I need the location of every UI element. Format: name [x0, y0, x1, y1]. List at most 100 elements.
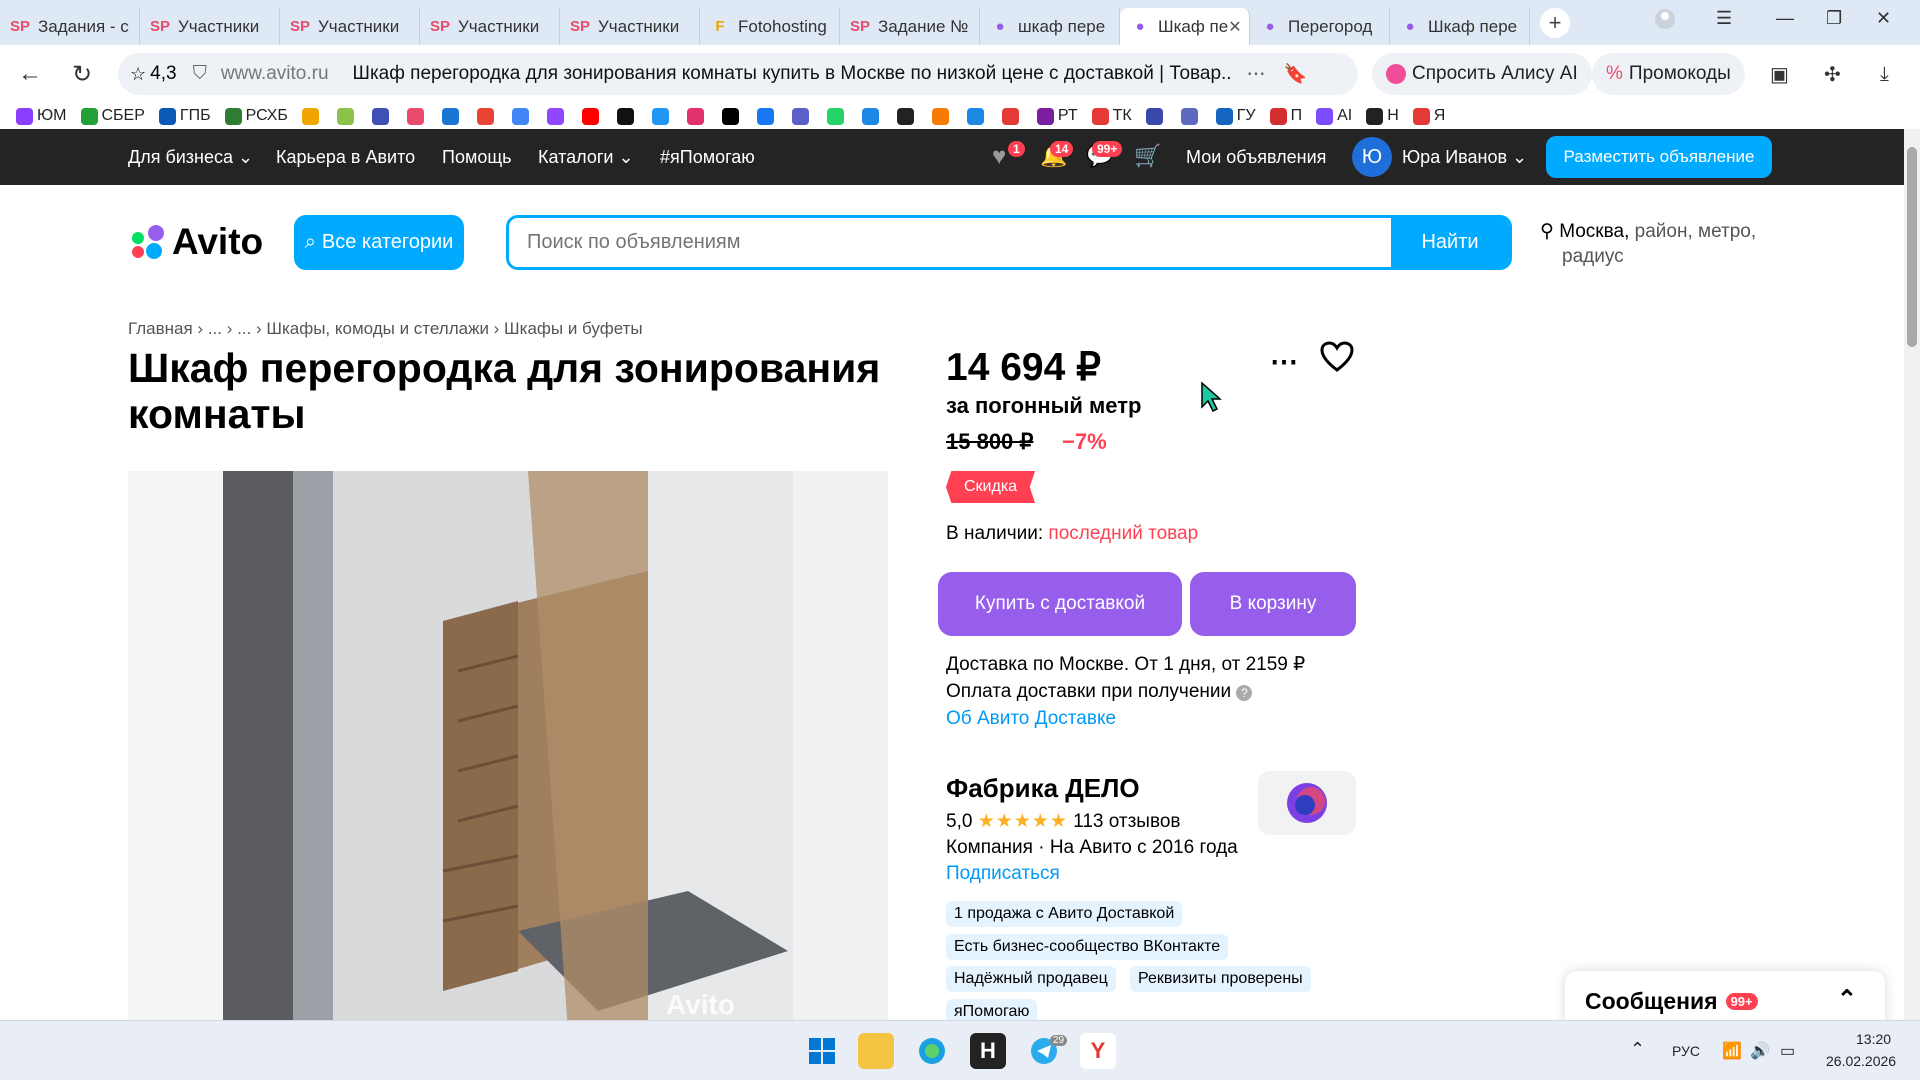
- more-options-icon[interactable]: ⋯: [1270, 345, 1298, 378]
- bookmark-item[interactable]: РСХБ: [224, 107, 288, 125]
- all-categories-button[interactable]: ⌕ Все категории: [294, 215, 464, 270]
- restore-icon[interactable]: ❐: [1826, 8, 1842, 29]
- subscribe-link[interactable]: Подписаться: [946, 863, 1060, 885]
- bookmark-item[interactable]: Я: [1412, 107, 1445, 125]
- help-link[interactable]: Помощь: [442, 147, 512, 168]
- bookmark-item[interactable]: [931, 107, 953, 125]
- location-selector[interactable]: ⚲ Москва, район, метро, радиус: [1540, 219, 1780, 269]
- bookmark-item[interactable]: [686, 107, 708, 125]
- bookmark-item[interactable]: [406, 107, 428, 125]
- bookmark-item[interactable]: [966, 107, 988, 125]
- yandex-browser-icon[interactable]: Y: [1080, 1033, 1116, 1069]
- career-link[interactable]: Карьера в Авито: [276, 147, 415, 168]
- bookmark-item[interactable]: [476, 107, 498, 125]
- bookmark-item[interactable]: ГУ: [1215, 107, 1256, 125]
- bookmark-item[interactable]: [511, 107, 533, 125]
- seller-name[interactable]: Фабрика ДЕЛО: [946, 773, 1140, 804]
- clock-date[interactable]: 26.02.2026: [1826, 1053, 1896, 1069]
- item-photo[interactable]: Avito: [128, 471, 888, 1020]
- image-icon[interactable]: ▣: [1770, 62, 1789, 87]
- more-icon[interactable]: ⋯: [1247, 63, 1266, 86]
- add-to-cart-button[interactable]: В корзину: [1190, 572, 1356, 636]
- search-button[interactable]: Найти: [1391, 218, 1509, 267]
- my-ads-link[interactable]: Мои объявления: [1186, 147, 1326, 168]
- messages-widget[interactable]: Сообщения 99+ ⌃: [1565, 971, 1885, 1020]
- minimize-icon[interactable]: —: [1776, 8, 1794, 29]
- browser-tab[interactable]: SP Участники: [560, 8, 700, 45]
- profile-icon[interactable]: [1654, 8, 1676, 35]
- shield-icon[interactable]: ⛉: [193, 63, 207, 85]
- bookmark-item[interactable]: СБЕР: [80, 107, 145, 125]
- bookmark-item[interactable]: [616, 107, 638, 125]
- help-icon[interactable]: ?: [1236, 685, 1253, 701]
- search-input[interactable]: [509, 218, 1391, 267]
- breadcrumb[interactable]: Главная › ... › ... › Шкафы, комоды и ст…: [128, 319, 643, 339]
- bookmark-item[interactable]: [1001, 107, 1023, 125]
- bookmark-item[interactable]: П: [1269, 107, 1302, 125]
- promo-button[interactable]: % Промокоды: [1592, 53, 1745, 95]
- bookmark-item[interactable]: [371, 107, 393, 125]
- bookmark-item[interactable]: [441, 107, 463, 125]
- bookmark-item[interactable]: РТ: [1036, 107, 1078, 125]
- close-tab-icon[interactable]: ✕: [1228, 17, 1241, 37]
- bookmark-item[interactable]: [791, 107, 813, 125]
- menu-icon[interactable]: ☰: [1716, 8, 1732, 29]
- reviews-count[interactable]: 113 отзывов: [1073, 811, 1180, 832]
- bookmark-item[interactable]: AI: [1316, 107, 1352, 125]
- windows-start-icon[interactable]: [804, 1033, 840, 1069]
- user-menu[interactable]: Юра Иванов ⌄: [1402, 147, 1527, 168]
- business-menu[interactable]: Для бизнеса ⌄: [128, 147, 253, 168]
- scrollbar[interactable]: [1904, 129, 1920, 1020]
- new-tab-icon[interactable]: +: [1540, 7, 1570, 38]
- browser-tab[interactable]: SP Участники: [140, 8, 280, 45]
- avito-logo[interactable]: Avito: [128, 221, 263, 263]
- chevron-up-icon[interactable]: ⌃: [1837, 985, 1857, 1014]
- back-icon[interactable]: ←: [18, 60, 42, 88]
- post-ad-button[interactable]: Разместить объявление: [1546, 136, 1772, 178]
- bookmark-item[interactable]: ЮМ: [16, 107, 67, 125]
- bookmark-item[interactable]: [896, 107, 918, 125]
- bookmark-item[interactable]: [1180, 107, 1202, 125]
- favorites-icon[interactable]: ♥: [992, 143, 1006, 171]
- avatar[interactable]: Ю: [1352, 137, 1392, 177]
- browser-tab[interactable]: SP Задания - с: [0, 8, 140, 45]
- omnibox[interactable]: ☆ 4,3 ⛉ www.avito.ru Шкаф перегородка дл…: [118, 53, 1358, 95]
- seller-logo[interactable]: [1258, 771, 1356, 835]
- extensions-icon[interactable]: ✣: [1824, 62, 1841, 87]
- reload-icon[interactable]: ↻: [72, 60, 92, 89]
- browser-tab[interactable]: ● Шкаф пе ✕: [1120, 8, 1250, 45]
- bookmark-item[interactable]: [546, 107, 568, 125]
- browser-tab[interactable]: ● Шкаф пере: [1390, 8, 1530, 45]
- browser-tab[interactable]: SP Участники: [280, 8, 420, 45]
- battery-icon[interactable]: ▭: [1780, 1041, 1795, 1061]
- app-h-icon[interactable]: H: [970, 1033, 1006, 1069]
- wifi-icon[interactable]: 📶: [1722, 1041, 1742, 1061]
- about-delivery-link[interactable]: Об Авито Доставке: [946, 705, 1305, 732]
- bookmark-item[interactable]: [826, 107, 848, 125]
- browser-tab[interactable]: SP Задание №: [840, 8, 980, 45]
- bookmark-item[interactable]: [581, 107, 603, 125]
- volume-icon[interactable]: 🔊: [1750, 1041, 1770, 1061]
- browser-tab[interactable]: F Fotohosting: [700, 8, 840, 45]
- help-tag-link[interactable]: #яПомогаю: [660, 147, 755, 168]
- bookmark-item[interactable]: [1145, 107, 1167, 125]
- file-explorer-icon[interactable]: [858, 1033, 894, 1069]
- chevron-up-tray-icon[interactable]: ⌃: [1630, 1039, 1645, 1060]
- bookmark-item[interactable]: [301, 107, 323, 125]
- edge-icon[interactable]: [914, 1033, 950, 1069]
- clock-time[interactable]: 13:20: [1856, 1031, 1891, 1047]
- bookmark-item[interactable]: [651, 107, 673, 125]
- bookmark-item[interactable]: [861, 107, 883, 125]
- download-icon[interactable]: ⤓: [1880, 63, 1889, 86]
- close-window-icon[interactable]: ✕: [1876, 8, 1891, 29]
- browser-tab[interactable]: ● шкаф пере: [980, 8, 1120, 45]
- bookmark-item[interactable]: [756, 107, 778, 125]
- bookmark-icon[interactable]: 🔖: [1284, 62, 1308, 86]
- alice-button[interactable]: Спросить Алису AI: [1372, 53, 1592, 95]
- browser-tab[interactable]: ● Перегород: [1250, 8, 1390, 45]
- bookmark-item[interactable]: Н: [1366, 107, 1399, 125]
- cart-icon[interactable]: 🛒: [1134, 143, 1161, 169]
- favorite-heart-icon[interactable]: [1320, 341, 1354, 378]
- scrollbar-thumb[interactable]: [1907, 147, 1917, 347]
- bookmark-item[interactable]: ГПБ: [158, 107, 211, 125]
